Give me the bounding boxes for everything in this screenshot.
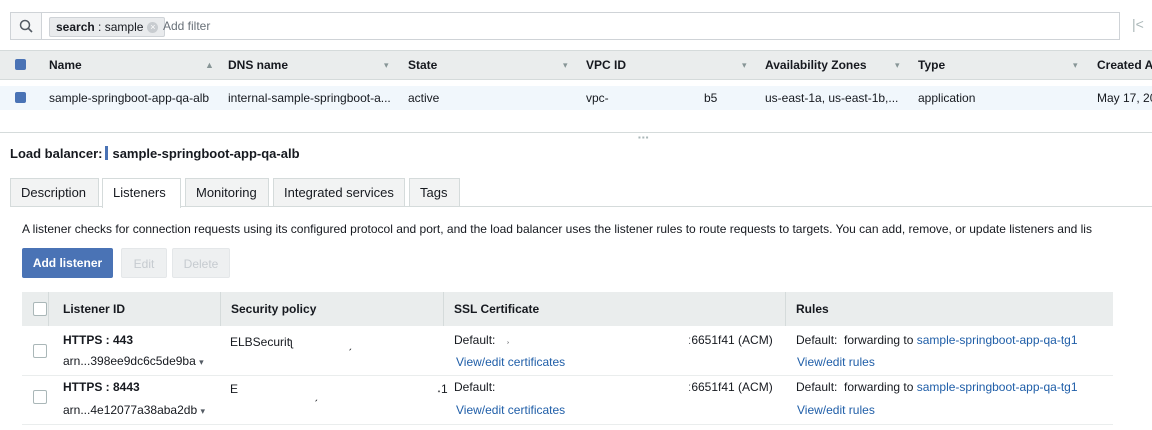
select-all-checkbox[interactable] (33, 302, 47, 316)
ssl-cert-fragment: ˒ (506, 333, 510, 347)
filter-bar[interactable]: search : sample × Add filter (10, 12, 1120, 40)
sort-icon[interactable]: ▾ (742, 60, 747, 71)
column-separator (443, 292, 444, 326)
table-row[interactable]: HTTPS : 8443 arn...4e12077a38aba2db ▾ E … (22, 376, 1113, 425)
lb-created: May 17, 20 (1097, 91, 1152, 105)
view-edit-certificates-link[interactable]: View/edit certificates (456, 403, 565, 417)
lb-vpc-suffix: b5 (704, 91, 718, 105)
sort-icon[interactable]: ▾ (384, 60, 389, 71)
sort-icon[interactable]: ▾ (895, 60, 900, 71)
rules-text: forwarding to (844, 333, 914, 347)
view-edit-certificates-link[interactable]: View/edit certificates (456, 355, 565, 369)
delete-button[interactable]: Delete (172, 248, 230, 278)
tab-description[interactable]: Description (10, 178, 99, 206)
column-header-security-policy: Security policy (231, 302, 317, 316)
sort-up-icon[interactable]: ▲ (205, 60, 214, 70)
rules-default: Default: forwarding to sample-springboot… (796, 380, 1078, 394)
filter-key: search (56, 20, 95, 34)
sort-icon[interactable]: ▾ (563, 60, 568, 71)
target-group-link[interactable]: sample-springboot-app-qa-tg1 (917, 380, 1078, 394)
view-edit-rules-link[interactable]: View/edit rules (797, 355, 875, 369)
caret-down-icon[interactable]: ▾ (200, 406, 205, 416)
column-header-listener-id: Listener ID (63, 302, 126, 316)
column-header-type[interactable]: Type (918, 51, 945, 79)
listener-table-header: Listener ID Security policy SSL Certific… (22, 292, 1113, 326)
tab-integrated-services[interactable]: Integrated services (273, 178, 405, 206)
target-group-link[interactable]: sample-springboot-app-qa-tg1 (917, 333, 1078, 347)
row-checkbox[interactable] (33, 390, 47, 404)
listener-protocol: HTTPS : 8443 (63, 380, 140, 394)
listener-arn[interactable]: arn...4e12077a38aba2db ▾ (63, 403, 205, 417)
listener-arn-text: arn...4e12077a38aba2db (63, 403, 198, 417)
security-policy: E (230, 382, 239, 396)
table-row[interactable]: HTTPS : 443 arn...398ee9dc6c5de9ba ▾ ELB… (22, 327, 1113, 376)
lb-name: sample-springboot-app-qa-alb (49, 91, 210, 105)
rules-text: forwarding to (844, 380, 914, 394)
column-header-ssl-certificate: SSL Certificate (454, 302, 540, 316)
tab-listeners[interactable]: Listeners (102, 178, 181, 208)
tab-baseline (10, 206, 1152, 207)
security-policy-fragment: ˏ (348, 337, 352, 351)
listener-arn[interactable]: arn...398ee9dc6c5de9ba ▾ (63, 354, 204, 368)
table-row[interactable]: sample-springboot-app-qa-alb internal-sa… (0, 86, 1152, 110)
column-header-vpc[interactable]: VPC ID (586, 51, 626, 79)
column-header-name[interactable]: Name (49, 51, 82, 79)
close-icon[interactable]: × (147, 22, 159, 34)
row-checkbox[interactable] (15, 92, 26, 103)
ssl-default-label: Default: (454, 380, 496, 394)
detail-title: Load balancer: sample-springboot-app-qa-a… (10, 146, 300, 161)
tab-tags[interactable]: Tags (409, 178, 460, 206)
caret-down-icon[interactable]: ▾ (199, 357, 204, 367)
selection-marker (105, 146, 109, 160)
resize-handle-icon[interactable]: ▪▪▪ (638, 133, 650, 142)
pane-divider[interactable] (0, 132, 1152, 133)
view-edit-rules-link[interactable]: View/edit rules (797, 403, 875, 417)
column-header-state[interactable]: State (408, 51, 437, 79)
select-all-checkbox[interactable] (15, 59, 26, 70)
security-policy-tail: ˔1 (437, 382, 448, 396)
column-separator (220, 292, 221, 326)
add-filter-input[interactable]: Add filter (163, 19, 210, 33)
column-separator (785, 292, 786, 326)
detail-label: Load balancer: (10, 146, 103, 161)
lb-dns: internal-sample-springboot-a... (228, 91, 391, 105)
column-header-created[interactable]: Created A (1097, 51, 1152, 79)
column-header-dns[interactable]: DNS name (228, 51, 288, 79)
tab-monitoring[interactable]: Monitoring (185, 178, 269, 206)
security-policy-fragment: ˏ (314, 388, 318, 402)
lb-type: application (918, 91, 976, 105)
lb-table-header: Name ▲ DNS name ▾ State ▾ VPC ID ▾ Avail… (0, 50, 1152, 80)
add-listener-button[interactable]: Add listener (22, 248, 113, 278)
row-checkbox[interactable] (33, 344, 47, 358)
lb-azs: us-east-1a, us-east-1b,... (765, 91, 899, 105)
security-policy: ELBSecuritʅ (230, 335, 293, 349)
ssl-default-label: Default: (454, 333, 496, 347)
sort-icon[interactable]: ▾ (1073, 60, 1078, 71)
search-icon (19, 19, 33, 33)
search-icon-box (11, 13, 42, 39)
rules-default-label: Default: (796, 380, 838, 394)
ssl-certificate-id: ː6651f41 (ACM) (688, 333, 773, 347)
column-header-rules: Rules (796, 302, 829, 316)
first-page-icon[interactable]: |< (1132, 16, 1144, 32)
ssl-certificate-id: ː6651f41 (ACM) (688, 380, 773, 394)
listeners-description: A listener checks for connection request… (22, 222, 1092, 236)
detail-lb-name: sample-springboot-app-qa-alb (112, 146, 300, 161)
lb-vpc-prefix: vpc- (586, 91, 609, 105)
rules-default: Default: forwarding to sample-springboot… (796, 333, 1078, 347)
filter-chip[interactable]: search : sample × (49, 17, 166, 37)
edit-button[interactable]: Edit (121, 248, 167, 278)
column-separator (48, 292, 49, 326)
column-header-azs[interactable]: Availability Zones (765, 51, 867, 79)
listener-arn-text: arn...398ee9dc6c5de9ba (63, 354, 196, 368)
rules-default-label: Default: (796, 333, 838, 347)
lb-state: active (408, 91, 440, 105)
filter-value: sample (104, 20, 144, 34)
listener-protocol: HTTPS : 443 (63, 333, 134, 347)
filter-separator: : (94, 20, 105, 34)
